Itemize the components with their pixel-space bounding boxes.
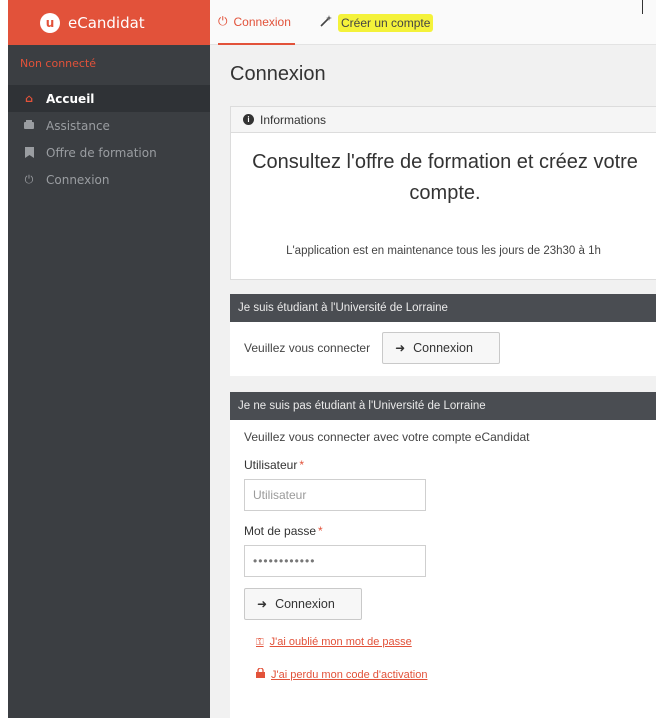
sidebar: u eCandidat Non connecté ⌂ Accueil Assis… <box>8 0 210 718</box>
maintenance-notice: L'application est en maintenance tous le… <box>286 245 601 257</box>
info-headline: Consultez l'offre de formation et créez … <box>252 151 638 204</box>
sidebar-item-connexion[interactable]: ⏻ Connexion <box>8 166 210 193</box>
button-label: Connexion <box>275 597 335 611</box>
connection-status: Non connecté <box>20 57 97 70</box>
info-panel-title: Informations <box>260 112 327 127</box>
student-panel: Je suis étudiant à l'Université de Lorra… <box>230 294 656 376</box>
password-label-text: Mot de passe <box>244 524 317 538</box>
power-icon: ⏻ <box>24 172 34 186</box>
sidebar-item-label: Offre de formation <box>46 145 157 160</box>
page-title: Connexion <box>230 63 326 85</box>
sidebar-item-label: Assistance <box>46 118 110 133</box>
student-login-prompt: Veuillez vous connecter <box>244 341 371 355</box>
username-label-text: Utilisateur <box>244 458 298 472</box>
forgot-password-link[interactable]: ⚿ J'ai oublié mon mot de passe <box>256 636 656 648</box>
assistance-icon <box>22 119 36 133</box>
info-panel: i Informations Consultez l'offre de form… <box>230 106 656 280</box>
non-student-login-prompt: Veuillez vous connecter avec votre compt… <box>244 430 530 444</box>
magic-wand-icon <box>320 15 332 30</box>
student-login-button[interactable]: ➜ Connexion <box>382 332 501 364</box>
app-name: eCandidat <box>68 13 145 32</box>
password-input[interactable]: •••••••••••• <box>244 545 426 577</box>
button-label: Connexion <box>413 341 473 355</box>
link-label: J'ai oublié mon mot de passe <box>269 636 412 648</box>
student-panel-header: Je suis étudiant à l'Université de Lorra… <box>230 294 656 322</box>
required-mark: * <box>318 524 323 538</box>
info-icon: i <box>243 114 254 125</box>
required-mark: * <box>299 458 305 472</box>
top-tab-bar: ⏻ Connexion Créer un compte <box>210 0 656 45</box>
sidebar-item-offre-formation[interactable]: Offre de formation <box>8 139 210 166</box>
password-label: Mot de passe * <box>244 524 656 538</box>
sidebar-item-label: Accueil <box>46 91 95 106</box>
tab-connexion[interactable]: ⏻ Connexion <box>218 0 295 45</box>
main-content: Connexion i Informations Consultez l'off… <box>210 45 656 718</box>
app-header[interactable]: u eCandidat <box>8 0 210 45</box>
home-icon: ⌂ <box>25 92 33 105</box>
lost-activation-code-link[interactable]: J'ai perdu mon code d'activation <box>256 667 656 681</box>
link-label: J'ai perdu mon code d'activation <box>271 668 428 681</box>
sign-in-icon: ➜ <box>257 597 268 611</box>
non-student-login-button[interactable]: ➜ Connexion <box>244 588 362 620</box>
tab-label: Connexion <box>233 14 291 29</box>
sidebar-item-assistance[interactable]: Assistance <box>8 112 210 139</box>
non-student-panel: Je ne suis pas étudiant à l'Université d… <box>230 392 656 718</box>
sidebar-item-accueil[interactable]: ⌂ Accueil <box>8 85 210 112</box>
app-logo-icon: u <box>40 12 60 33</box>
tab-creer-compte[interactable]: Créer un compte <box>320 0 434 45</box>
info-panel-header: i Informations <box>231 107 656 133</box>
power-icon: ⏻ <box>218 14 228 28</box>
tab-label: Créer un compte <box>338 13 434 32</box>
sign-in-icon: ➜ <box>395 341 406 355</box>
text-cursor <box>642 0 643 14</box>
key-icon: ⚿ <box>256 636 264 648</box>
username-label: Utilisateur * <box>244 458 656 472</box>
username-input[interactable]: Utilisateur <box>244 479 426 511</box>
bookmark-icon <box>22 146 36 160</box>
non-student-panel-header: Je ne suis pas étudiant à l'Université d… <box>230 392 656 420</box>
sidebar-item-label: Connexion <box>46 172 110 187</box>
student-login-row: Veuillez vous connecter ➜ Connexion <box>230 322 656 364</box>
lock-icon <box>256 667 265 681</box>
